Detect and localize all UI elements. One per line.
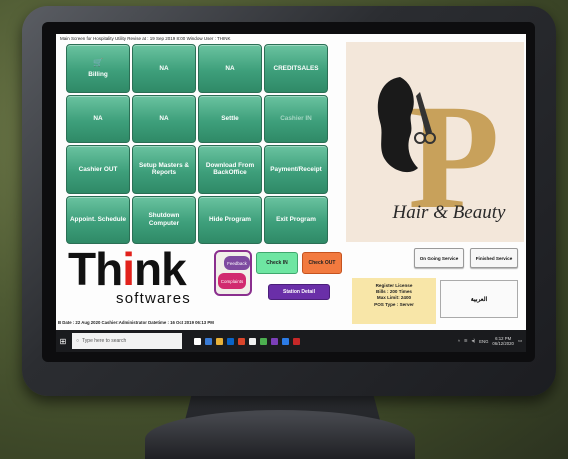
cashier-out-button[interactable]: Cashier OUT bbox=[66, 145, 130, 194]
tile-label: Cashier OUT bbox=[78, 165, 118, 173]
na-button-3[interactable]: NA bbox=[66, 94, 130, 143]
system-tray: ^ ≋ ◂) ENG 6:12 PM 06/12/2020 ▭ bbox=[458, 336, 526, 347]
finished-service-button[interactable]: Finished Service bbox=[470, 248, 518, 268]
tile-label: Hide Program bbox=[209, 216, 251, 224]
chrome-icon[interactable] bbox=[260, 337, 267, 345]
app-icon-blue[interactable] bbox=[282, 337, 289, 345]
creditsales-button[interactable]: CREDITSALES bbox=[264, 44, 328, 93]
setup-masters-reports-button[interactable]: Setup Masters & Reports bbox=[132, 145, 196, 194]
na-button-4[interactable]: NA bbox=[132, 94, 196, 143]
logo-part-red: i bbox=[122, 243, 135, 295]
exit-program-button[interactable]: Exit Program bbox=[264, 195, 328, 244]
license-info: Register License Bills : 200 Times Max L… bbox=[352, 278, 436, 324]
logo-part: Th bbox=[68, 243, 123, 295]
tile-label: NA bbox=[159, 64, 169, 72]
visual-studio-icon[interactable] bbox=[271, 337, 278, 345]
brand-panel: P Hair & Beauty bbox=[346, 42, 524, 242]
tile-label: Payment/Receipt bbox=[270, 165, 322, 173]
cashier-in-button[interactable]: Cashier IN bbox=[264, 94, 328, 143]
check-out-button[interactable]: Check OUT bbox=[302, 252, 342, 274]
arabic-language-button[interactable]: العربية bbox=[440, 280, 518, 318]
na-button-2[interactable]: NA bbox=[198, 44, 262, 93]
billing-button[interactable]: 🛒 Billing bbox=[66, 44, 130, 93]
clock-date: 06/12/2020 bbox=[492, 341, 514, 346]
tile-label: Cashier IN bbox=[280, 115, 312, 123]
cart-icon: 🛒 bbox=[93, 57, 103, 67]
feedback-bubble: Feedback bbox=[224, 256, 250, 270]
ongoing-service-button[interactable]: On Going Service bbox=[414, 248, 464, 268]
app-icon-red[interactable] bbox=[238, 337, 245, 345]
volume-icon[interactable]: ◂) bbox=[472, 338, 476, 344]
app-icon-dark-red[interactable] bbox=[293, 337, 300, 345]
windows-start-icon[interactable]: ⊞ bbox=[56, 330, 70, 352]
search-placeholder: Type here to search bbox=[82, 338, 127, 344]
think-softwares-logo: Think softwares bbox=[68, 246, 218, 316]
payment-receipt-button[interactable]: Payment/Receipt bbox=[264, 145, 328, 194]
network-icon[interactable]: ≋ bbox=[464, 338, 468, 344]
hide-program-button[interactable]: Hide Program bbox=[198, 195, 262, 244]
tile-label: Settle bbox=[221, 115, 239, 123]
complaints-bubble: Complaints bbox=[218, 273, 246, 289]
pos-screen: Main Screen for Hospitality Utility Revi… bbox=[56, 34, 526, 352]
tile-label: CREDITSALES bbox=[273, 64, 319, 72]
edge-icon[interactable] bbox=[205, 337, 212, 345]
windows-taskbar: ⊞ ○ Type here to search ^ ≋ ◂) ENG 6:12 … bbox=[56, 330, 526, 352]
tile-label: Appoint. Schedule bbox=[69, 216, 127, 224]
woman-silhouette-icon bbox=[377, 77, 436, 173]
notifications-icon[interactable]: ▭ bbox=[518, 338, 522, 344]
think-wordmark: Think bbox=[68, 246, 218, 292]
check-in-button[interactable]: Check IN bbox=[256, 252, 298, 274]
taskbar-clock[interactable]: 6:12 PM 06/12/2020 bbox=[492, 336, 514, 347]
softwares-wordmark: softwares bbox=[116, 290, 191, 307]
feedback-complaints-button[interactable]: Feedback Complaints bbox=[214, 250, 252, 296]
settle-button[interactable]: Settle bbox=[198, 94, 262, 143]
search-icon: ○ bbox=[76, 338, 80, 344]
logo-part: nk bbox=[133, 243, 187, 295]
brand-script-text: Hair & Beauty bbox=[392, 202, 506, 223]
app-icon-white[interactable] bbox=[249, 337, 256, 345]
download-backoffice-button[interactable]: Download From BackOffice bbox=[198, 145, 262, 194]
shutdown-computer-button[interactable]: Shutdown Computer bbox=[132, 195, 196, 244]
language-indicator[interactable]: ENG bbox=[479, 339, 488, 344]
tile-label: Setup Masters & Reports bbox=[138, 161, 190, 177]
station-detail-button[interactable]: Station Detail bbox=[268, 284, 330, 300]
tile-label: Shutdown Computer bbox=[148, 212, 180, 227]
window-title: Main Screen for Hospitality Utility Revi… bbox=[60, 36, 231, 41]
tile-label: Download From BackOffice bbox=[205, 161, 255, 177]
tile-label: NA bbox=[93, 115, 103, 123]
appoint-schedule-button[interactable]: Appoint. Schedule bbox=[66, 195, 130, 244]
task-view-icon[interactable] bbox=[194, 337, 201, 345]
tray-chevron-icon[interactable]: ^ bbox=[458, 339, 460, 344]
tile-label: Billing bbox=[88, 71, 108, 79]
file-explorer-icon[interactable] bbox=[216, 337, 223, 345]
tile-label: NA bbox=[225, 64, 235, 72]
tile-label: NA bbox=[159, 115, 169, 123]
taskbar-search-input[interactable]: ○ Type here to search bbox=[72, 333, 182, 349]
main-menu-grid: 🛒 Billing NA NA CREDITSALES NA NA Settle… bbox=[66, 44, 328, 244]
na-button-1[interactable]: NA bbox=[132, 44, 196, 93]
license-line: POS Type : Server bbox=[374, 301, 414, 307]
taskbar-app-icons bbox=[194, 337, 300, 345]
status-line: B Date : 22 Aug 2020 Cashier:Administrat… bbox=[58, 320, 214, 325]
tile-label: Exit Program bbox=[276, 216, 316, 224]
store-icon[interactable] bbox=[227, 337, 234, 345]
